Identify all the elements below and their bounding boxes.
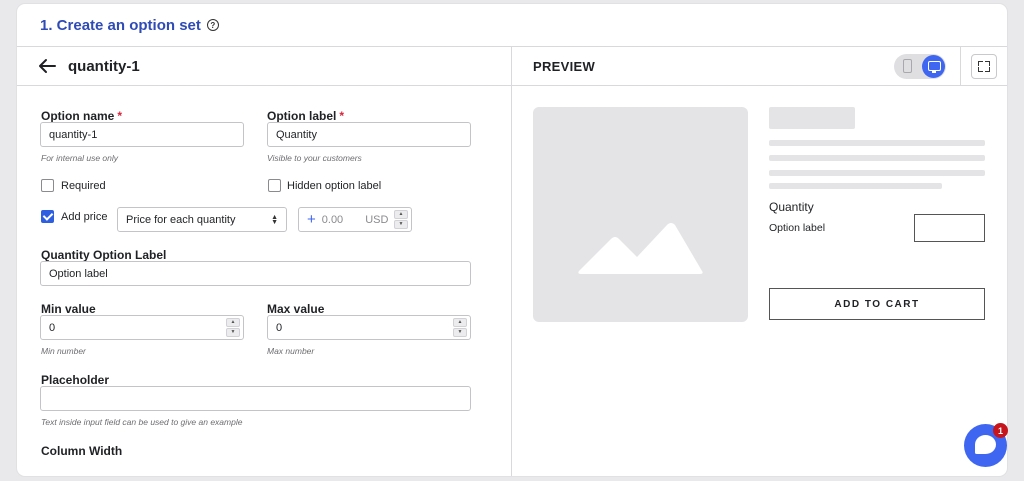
placeholder-input[interactable] [40,386,471,411]
fullscreen-icon [978,61,983,66]
mobile-icon[interactable] [903,59,912,73]
min-value-label: Min value [41,302,96,316]
image-icon [578,223,703,274]
preview-bar: PREVIEW [512,47,1007,86]
title-skeleton [769,107,855,129]
page-title: 1. Create an option set [40,16,201,34]
text-skeleton [769,155,985,161]
option-name-input[interactable]: quantity-1 [40,122,244,147]
chat-icon [975,435,996,454]
hidden-label-text: Hidden option label [287,180,382,192]
option-label-input[interactable]: Quantity [267,122,471,147]
required-checkbox[interactable] [41,179,54,192]
option-set-card: 1. Create an option set ? quantity-1 Opt… [17,4,1007,476]
desktop-icon[interactable] [922,55,945,78]
preview-body: Quantity Option label ADD TO CART [512,86,1007,476]
divider [960,47,961,86]
min-value-input[interactable]: 0 ▲ ▼ [40,315,244,340]
required-mark: * [339,109,345,123]
min-value-stepper[interactable]: ▲ ▼ [226,318,240,337]
text-skeleton [769,183,942,189]
max-value-input[interactable]: 0 ▲ ▼ [267,315,471,340]
preview-title: PREVIEW [533,59,596,74]
max-value-help: Max number [267,346,315,356]
chat-badge: 1 [993,423,1008,438]
min-value-help: Min number [41,346,86,356]
column-width-label: Column Width [41,444,123,458]
text-skeleton [769,170,985,176]
add-to-cart-button[interactable]: ADD TO CART [769,288,985,320]
editor-bar: quantity-1 [17,47,511,86]
product-image-placeholder [533,107,748,322]
max-value-label: Max value [267,302,325,316]
select-caret-icon: ▲ ▼ [271,214,278,226]
chat-button[interactable]: 1 [964,423,1008,467]
plus-icon: + [307,211,316,228]
option-label-label: Option label * [267,109,345,123]
required-label: Required [61,180,106,192]
quantity-option-label-label: Quantity Option Label [41,248,167,262]
placeholder-help: Text inside input field can be used to g… [41,417,243,427]
price-stepper[interactable]: ▲ ▼ [394,210,408,229]
option-name-help: For internal use only [41,153,119,163]
add-price-label: Add price [61,211,108,223]
back-arrow-icon[interactable] [38,58,56,74]
preview-option-title: Quantity [769,200,814,214]
add-price-checkbox[interactable] [41,210,54,223]
preview-option-label: Option label [769,222,826,234]
option-name-label: Option name * [41,109,123,123]
card-header: 1. Create an option set ? [17,4,1007,47]
device-toggle[interactable] [894,54,946,79]
option-label-help: Visible to your customers [267,153,362,163]
required-mark: * [117,109,123,123]
editor-panel: quantity-1 Option name * quantity-1 For i… [17,47,512,476]
preview-quantity-input[interactable] [914,214,985,242]
placeholder-label: Placeholder [41,373,110,387]
hidden-label-checkbox[interactable] [268,179,281,192]
price-mode-select[interactable]: Price for each quantity ▲ ▼ [117,207,287,232]
text-skeleton [769,140,985,146]
help-icon[interactable]: ? [206,19,219,31]
editor-title: quantity-1 [68,58,140,75]
fullscreen-button[interactable] [971,54,997,79]
price-input[interactable]: + 0.00 USD ▲ ▼ [298,207,412,232]
max-value-stepper[interactable]: ▲ ▼ [453,318,467,337]
preview-panel: PREVIEW Quantity Option label ADD TO CAR… [512,47,1007,476]
quantity-option-label-input[interactable]: Option label [40,261,471,286]
